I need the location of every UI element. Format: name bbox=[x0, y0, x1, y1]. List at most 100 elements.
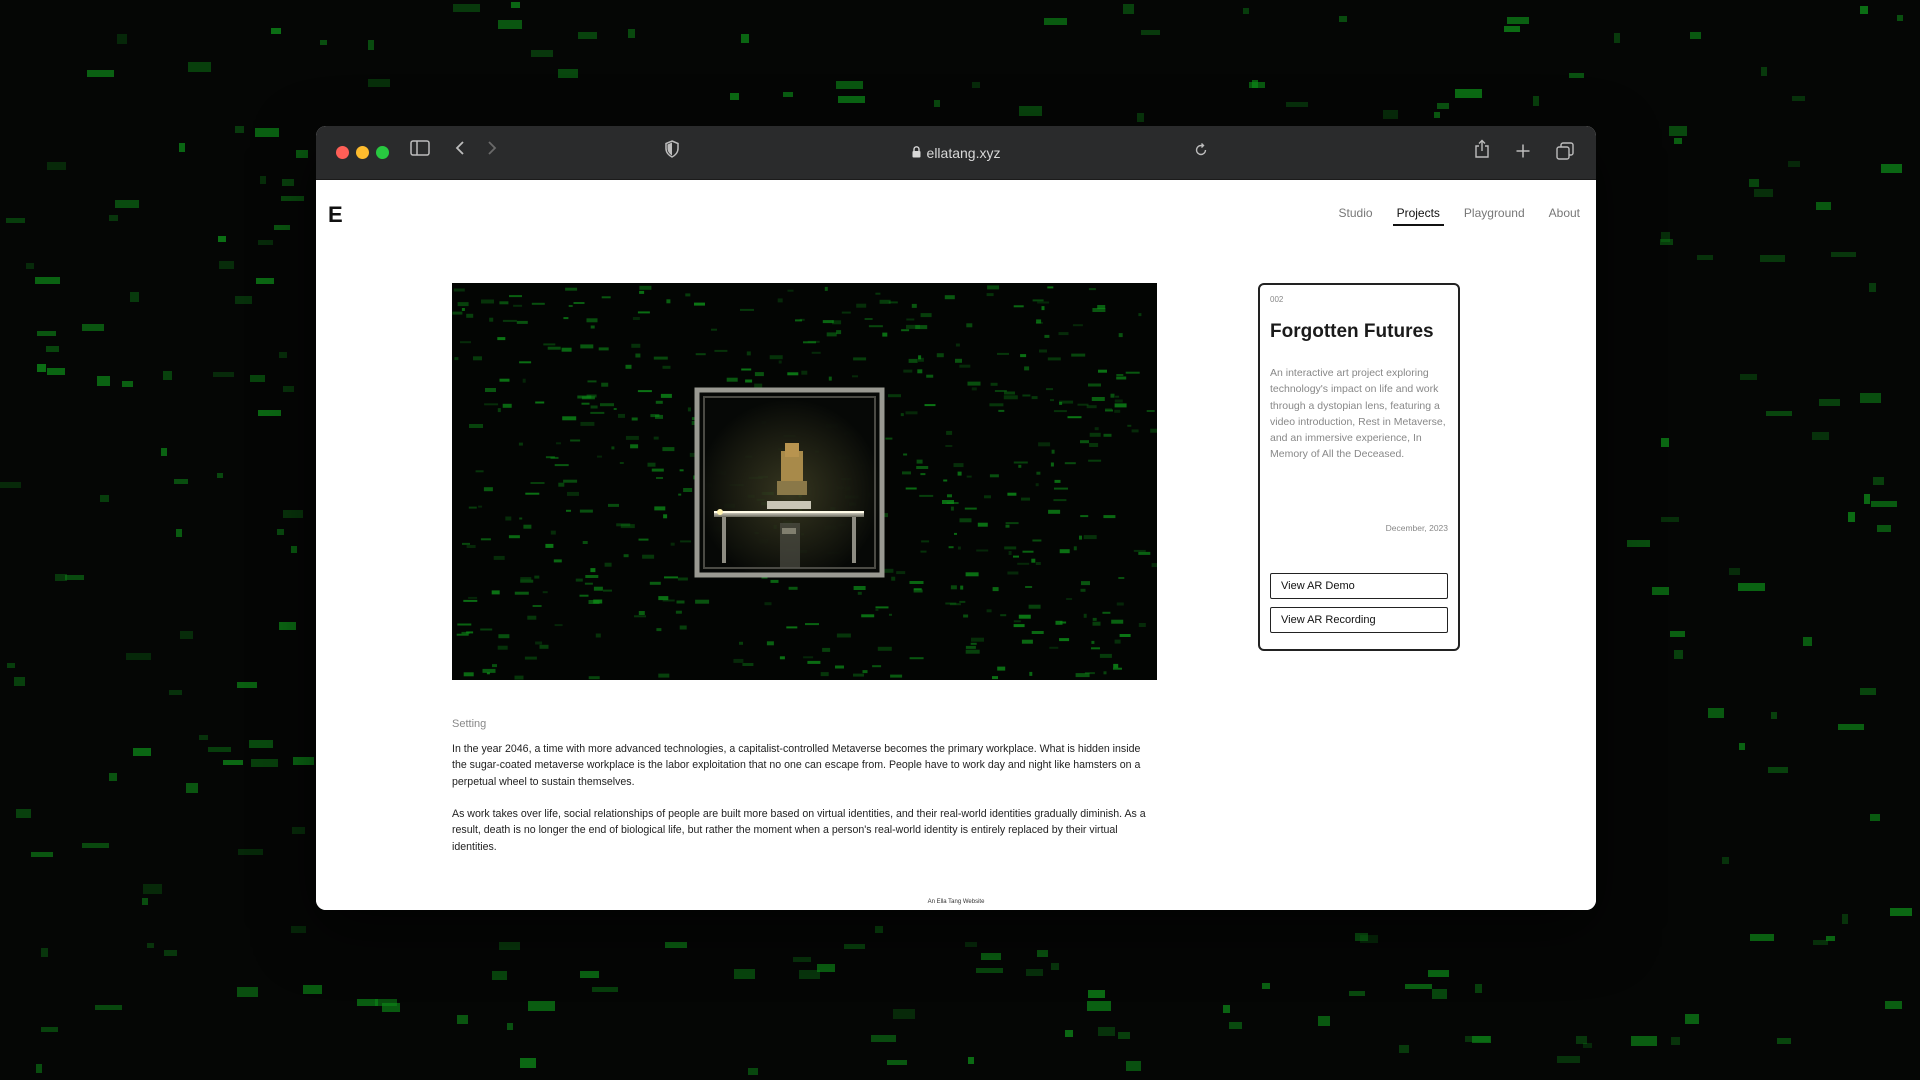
hero-dash bbox=[777, 298, 783, 303]
hero-dash bbox=[561, 347, 572, 352]
background-dash bbox=[1708, 708, 1725, 719]
hero-dash bbox=[656, 477, 663, 479]
hero-dash bbox=[1055, 620, 1063, 625]
hero-dash bbox=[799, 318, 805, 321]
hero-dash bbox=[950, 506, 954, 511]
hero-dash bbox=[485, 388, 496, 392]
background-dash bbox=[281, 196, 305, 202]
hero-dash bbox=[625, 364, 632, 369]
background-dash bbox=[1097, 1026, 1115, 1036]
hero-dash bbox=[803, 341, 816, 344]
hero-dash bbox=[579, 594, 589, 597]
share-icon[interactable] bbox=[1474, 139, 1490, 159]
reload-icon[interactable] bbox=[1194, 143, 1208, 157]
hero-dash bbox=[909, 581, 924, 584]
close-window-button[interactable] bbox=[336, 146, 349, 159]
background-dash bbox=[1872, 476, 1884, 485]
view-ar-recording-button[interactable]: View AR Recording bbox=[1270, 607, 1448, 633]
background-dash bbox=[290, 545, 297, 553]
shield-icon[interactable] bbox=[664, 140, 680, 158]
project-hero-image bbox=[452, 283, 1157, 680]
hero-dash bbox=[637, 390, 652, 393]
hero-dash bbox=[1013, 305, 1024, 308]
section-label: Setting bbox=[452, 718, 487, 730]
hero-dash bbox=[469, 424, 483, 428]
hero-dash bbox=[565, 287, 578, 291]
hero-dash bbox=[726, 377, 738, 382]
hero-dash bbox=[478, 505, 483, 508]
hero-dash bbox=[1000, 614, 1007, 617]
minimize-window-button[interactable] bbox=[356, 146, 369, 159]
nav-playground[interactable]: Playground bbox=[1464, 206, 1525, 226]
background-dash bbox=[1673, 650, 1683, 660]
hero-dash bbox=[1005, 524, 1010, 528]
hero-dash bbox=[1114, 409, 1121, 413]
hero-dash bbox=[801, 370, 808, 375]
hero-dash bbox=[662, 447, 675, 452]
background-dash bbox=[1760, 67, 1767, 77]
forward-icon[interactable] bbox=[486, 140, 498, 156]
hero-dash bbox=[1146, 410, 1155, 412]
hero-dash bbox=[853, 586, 866, 590]
hero-dash bbox=[945, 602, 957, 605]
hero-dash bbox=[1131, 429, 1139, 433]
hero-dash bbox=[679, 625, 687, 630]
hero-dash bbox=[642, 554, 655, 559]
sidebar-icon[interactable] bbox=[410, 140, 430, 156]
background-dash bbox=[1614, 33, 1621, 44]
hero-dash bbox=[1114, 403, 1127, 408]
hero-dash bbox=[581, 402, 590, 405]
nav-studio[interactable]: Studio bbox=[1339, 206, 1373, 226]
background-dash bbox=[1671, 1036, 1681, 1045]
hero-dash bbox=[566, 509, 571, 512]
background-dash bbox=[1765, 410, 1792, 416]
hero-dash bbox=[1036, 471, 1041, 475]
back-icon[interactable] bbox=[454, 140, 466, 156]
background-dash bbox=[1141, 29, 1161, 35]
hero-dash bbox=[456, 633, 469, 636]
background-dash bbox=[282, 510, 303, 519]
hero-dash bbox=[563, 317, 569, 320]
hero-dash bbox=[826, 332, 837, 337]
hero-dash bbox=[1127, 424, 1132, 427]
new-tab-icon[interactable] bbox=[1516, 144, 1530, 158]
project-title: Forgotten Futures bbox=[1270, 321, 1434, 342]
tabs-overview-icon[interactable] bbox=[1556, 142, 1574, 160]
hero-dash bbox=[600, 403, 614, 407]
hero-dash bbox=[484, 403, 499, 406]
hero-dash bbox=[1092, 617, 1097, 621]
view-ar-demo-button[interactable]: View AR Demo bbox=[1270, 573, 1448, 599]
hero-dash bbox=[989, 403, 1004, 407]
hero-dash bbox=[497, 645, 508, 650]
background-dash bbox=[222, 760, 243, 766]
hero-dash bbox=[635, 353, 641, 358]
hero-dash bbox=[916, 466, 929, 469]
address-bar[interactable]: ellatang.xyz bbox=[886, 143, 1026, 163]
hero-dash bbox=[539, 644, 549, 649]
nav-about[interactable]: About bbox=[1549, 206, 1580, 226]
hero-dash bbox=[655, 400, 663, 404]
hero-dash bbox=[888, 301, 898, 304]
background-dash bbox=[1738, 583, 1766, 592]
background-dash bbox=[208, 746, 232, 752]
zoom-window-button[interactable] bbox=[376, 146, 389, 159]
hero-dash bbox=[1150, 428, 1157, 433]
background-dash bbox=[1117, 1032, 1130, 1040]
hero-dash bbox=[1092, 308, 1106, 312]
site-logo[interactable]: E bbox=[328, 202, 343, 228]
background-dash bbox=[1472, 1035, 1492, 1043]
hero-dash bbox=[924, 404, 936, 407]
hero-dash bbox=[547, 346, 561, 350]
background-dash bbox=[1750, 933, 1775, 941]
nav-projects[interactable]: Projects bbox=[1392, 206, 1445, 226]
hero-dash bbox=[1103, 671, 1107, 675]
background-dash bbox=[1721, 856, 1729, 864]
hero-dash bbox=[1022, 550, 1034, 553]
background-dash bbox=[799, 970, 821, 980]
hero-dash bbox=[936, 353, 944, 358]
background-dash bbox=[1338, 15, 1347, 22]
background-dash bbox=[972, 81, 981, 88]
hero-dash bbox=[530, 482, 545, 484]
background-dash bbox=[741, 34, 750, 44]
hero-dash bbox=[959, 518, 972, 523]
